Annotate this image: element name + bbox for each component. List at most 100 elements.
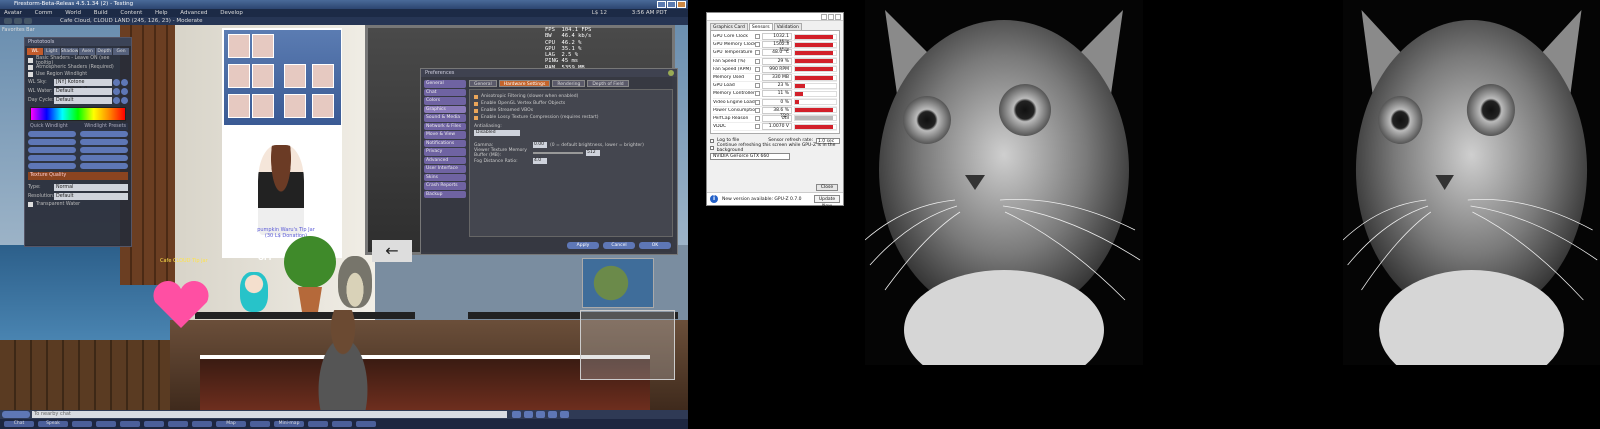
sidebar-item-colors[interactable]: Colors: [424, 97, 466, 105]
menu-icon[interactable]: [835, 14, 841, 20]
sensor-dropdown-icon[interactable]: [755, 83, 760, 89]
streamed-vbo-checkbox[interactable]: Enable Streamed VBOs: [474, 107, 668, 114]
toolbar-button[interactable]: [332, 421, 352, 427]
region-windlight-checkbox[interactable]: Use Region Windlight: [25, 71, 131, 78]
sensor-dropdown-icon[interactable]: [755, 115, 760, 121]
sidebar-item-user-interface[interactable]: User Interface: [424, 165, 466, 173]
vbo-checkbox[interactable]: Enable OpenGL Vertex Buffer Objects: [474, 100, 668, 107]
toolbar-button[interactable]: Chat: [4, 421, 34, 427]
sidebar-item-general[interactable]: General: [424, 80, 466, 88]
tab-hardware-settings[interactable]: Hardware Settings: [498, 80, 551, 87]
toolbar-button[interactable]: Mini-map: [274, 421, 304, 427]
sensor-dropdown-icon[interactable]: [755, 66, 760, 72]
user-avatar[interactable]: [305, 310, 381, 410]
preset-button[interactable]: [28, 147, 76, 153]
preset-button[interactable]: [28, 139, 76, 145]
preset-button[interactable]: [80, 131, 128, 137]
next-button[interactable]: [121, 79, 128, 86]
favorites-bar[interactable]: Favorites Bar: [2, 27, 35, 33]
gpu-select[interactable]: NVIDIA GeForce GTX 660: [710, 153, 790, 161]
close-button[interactable]: Close: [816, 184, 838, 191]
chat-history-button[interactable]: [2, 411, 30, 418]
stream-icon[interactable]: [560, 411, 569, 418]
toolbar-button[interactable]: [120, 421, 140, 427]
gamma-input[interactable]: 0.00: [533, 142, 547, 148]
location-field[interactable]: Cafe Cloud, CLOUD LAND (245, 126, 23) - …: [60, 18, 203, 24]
continue-refresh-checkbox[interactable]: [710, 145, 714, 150]
tab-depth-of-field[interactable]: Depth of Field: [587, 80, 629, 87]
sensor-dropdown-icon[interactable]: [755, 75, 760, 81]
maximize-button[interactable]: [667, 1, 676, 8]
sidebar-item-skins[interactable]: Skins: [424, 173, 466, 181]
anisotropic-checkbox[interactable]: Anisotropic Filtering (slower when enabl…: [474, 93, 668, 100]
toolbar-button[interactable]: [308, 421, 328, 427]
tab-validation[interactable]: Validation: [773, 23, 802, 30]
preset-button[interactable]: [80, 155, 128, 161]
volume-icon[interactable]: [536, 411, 545, 418]
preset-button[interactable]: [80, 147, 128, 153]
toolbar-button[interactable]: [168, 421, 188, 427]
next-button[interactable]: [121, 88, 128, 95]
tab-sensors[interactable]: Sensors: [748, 23, 773, 30]
voice-icon[interactable]: [548, 411, 557, 418]
refresh-icon[interactable]: [828, 14, 834, 20]
time-of-day-slider[interactable]: [30, 107, 126, 121]
sensor-dropdown-icon[interactable]: [755, 124, 760, 130]
minimize-button[interactable]: [657, 1, 666, 8]
day-cycle-select[interactable]: Default: [54, 97, 112, 104]
sidebar-item-graphics[interactable]: Graphics: [424, 105, 466, 113]
tab-general[interactable]: General: [469, 80, 497, 87]
sensor-dropdown-icon[interactable]: [755, 34, 760, 40]
back-icon[interactable]: [4, 18, 12, 24]
prev-button[interactable]: [113, 97, 120, 104]
update-now-button[interactable]: Update Now: [814, 195, 840, 209]
toolbar-button[interactable]: [96, 421, 116, 427]
menu-develop[interactable]: Develop: [220, 10, 243, 16]
toolbar-button[interactable]: Map: [216, 421, 246, 427]
menu-comm[interactable]: Comm: [35, 10, 53, 16]
tab-light[interactable]: Light: [43, 48, 60, 55]
menu-build[interactable]: Build: [94, 10, 108, 16]
toolbar-button[interactable]: [72, 421, 92, 427]
preset-button[interactable]: [80, 139, 128, 145]
fog-input[interactable]: 4.0: [533, 158, 547, 164]
sidebar-item-privacy[interactable]: Privacy: [424, 148, 466, 156]
antialias-select[interactable]: Disabled: [474, 130, 520, 136]
menu-content[interactable]: Content: [120, 10, 142, 16]
nearby-chat-input[interactable]: To nearby chat: [32, 411, 507, 418]
menu-avatar[interactable]: Avatar: [4, 10, 22, 16]
next-button[interactable]: [121, 97, 128, 104]
gesture-button[interactable]: [512, 411, 521, 418]
sensor-dropdown-icon[interactable]: [755, 99, 760, 105]
home-icon[interactable]: [24, 18, 32, 24]
sensor-dropdown-icon[interactable]: [755, 91, 760, 97]
preset-button[interactable]: [28, 163, 76, 169]
cancel-button[interactable]: Cancel: [603, 242, 635, 249]
mini-map[interactable]: [582, 258, 654, 308]
prev-button[interactable]: [113, 79, 120, 86]
sensor-dropdown-icon[interactable]: [755, 58, 760, 64]
basic-shaders-checkbox[interactable]: Basic Shaders - Leave ON (see tooltip): [25, 56, 131, 66]
resolution-select[interactable]: Default: [54, 193, 128, 200]
wl-water-select[interactable]: Default: [54, 88, 112, 95]
tab-graphics-card[interactable]: Graphics Card: [710, 23, 748, 30]
sensor-dropdown-icon[interactable]: [755, 50, 760, 56]
preset-button[interactable]: [28, 131, 76, 137]
tab-depth[interactable]: Depth: [96, 48, 113, 55]
preset-button[interactable]: [28, 155, 76, 161]
menu-help[interactable]: Help: [155, 10, 168, 16]
sensor-dropdown-icon[interactable]: [755, 42, 760, 48]
toolbar-button[interactable]: Speak: [38, 421, 68, 427]
tab-gen[interactable]: Gen: [113, 48, 129, 55]
prev-button[interactable]: [113, 88, 120, 95]
preset-button[interactable]: [80, 163, 128, 169]
vram-input[interactable]: 512: [586, 150, 600, 156]
sidebar-item-move-view[interactable]: Move & View: [424, 131, 466, 139]
ok-button[interactable]: OK: [639, 242, 671, 249]
tab-rendering[interactable]: Rendering: [552, 80, 586, 87]
wl-sky-select[interactable]: [NY] Kotone Neuvolleet_0: [54, 79, 112, 92]
close-button[interactable]: [677, 1, 686, 8]
toolbar-button[interactable]: [144, 421, 164, 427]
miku-figurine[interactable]: [240, 272, 268, 312]
phototools-title[interactable]: Phototools: [25, 38, 131, 46]
